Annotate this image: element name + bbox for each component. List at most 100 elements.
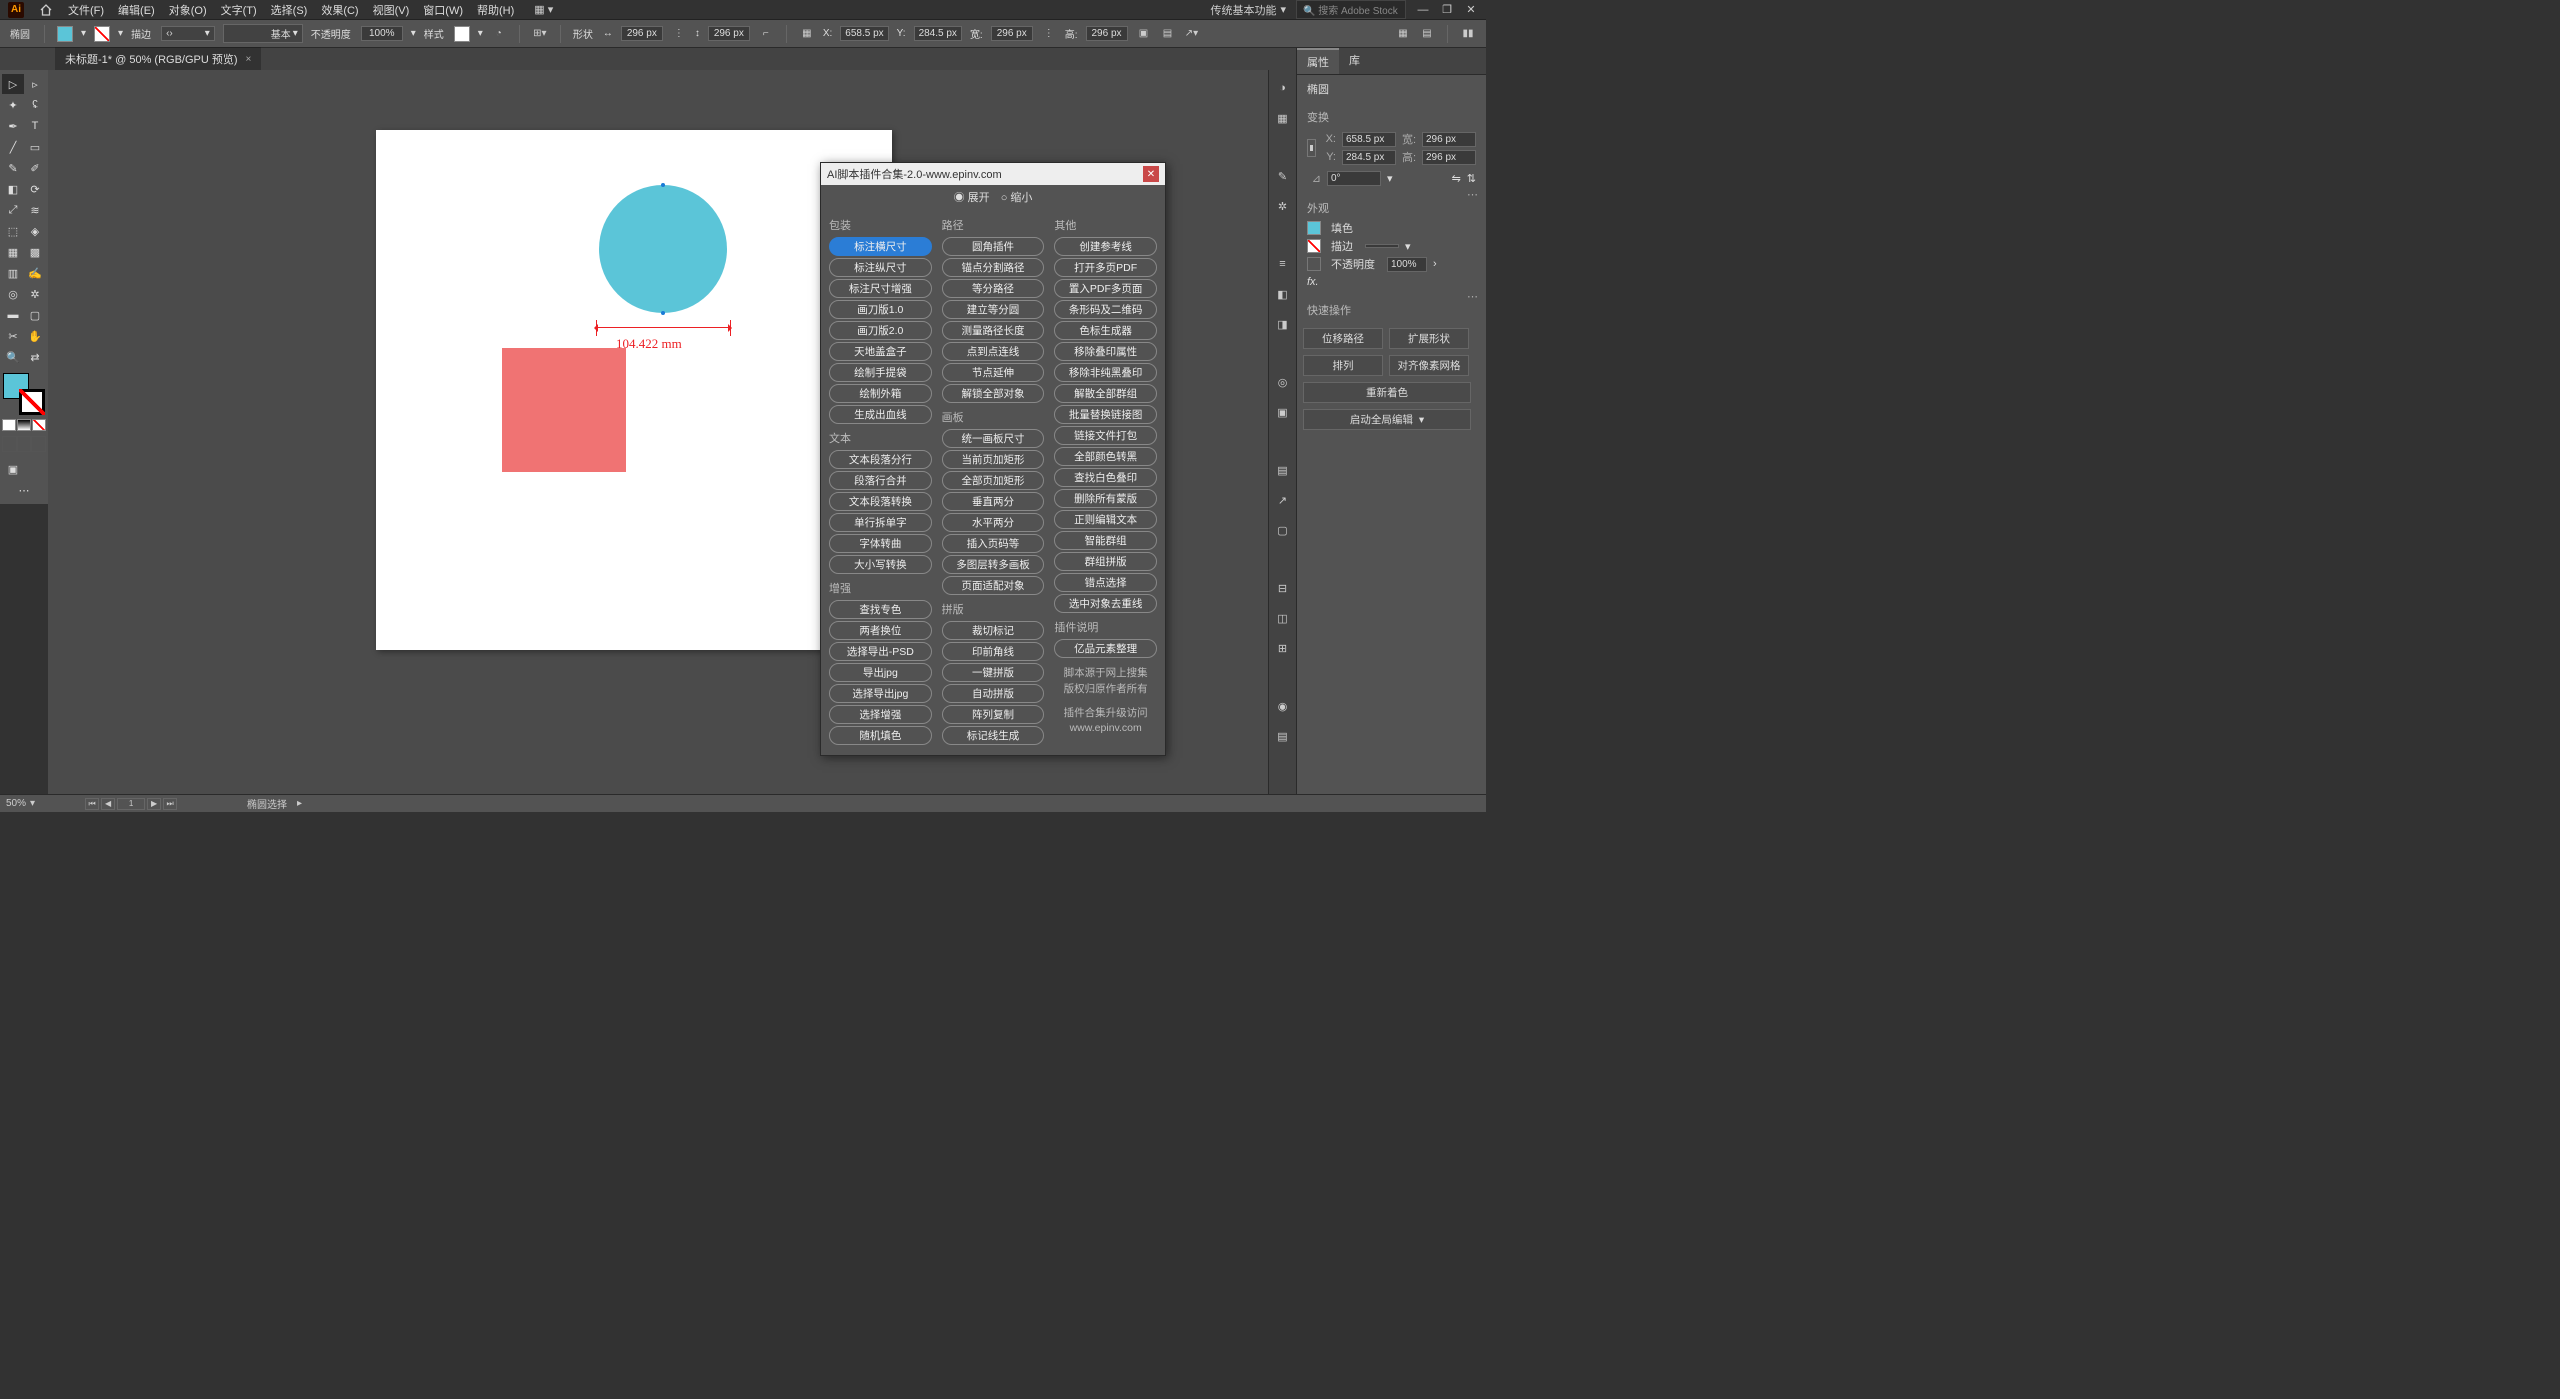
- tab-library[interactable]: 库: [1339, 48, 1370, 74]
- menu-help[interactable]: 帮助(H): [477, 2, 514, 18]
- paintbrush-tool[interactable]: ✎: [2, 158, 24, 178]
- shape-h-value[interactable]: 296 px: [708, 26, 750, 41]
- plugin-button[interactable]: 当前页加矩形: [942, 450, 1045, 469]
- rotate-tool[interactable]: ⟳: [24, 179, 46, 199]
- perspective-tool[interactable]: ▦: [2, 242, 24, 262]
- rectangle-shape[interactable]: [502, 348, 626, 472]
- h2-value[interactable]: 296 px: [1086, 26, 1128, 41]
- last-artboard-button[interactable]: ⏭: [163, 798, 177, 810]
- toggle-fill-stroke[interactable]: ⇄: [24, 347, 46, 367]
- plugin-button[interactable]: 裁切标记: [942, 621, 1045, 640]
- quick-global-edit[interactable]: 启动全局编辑▾: [1303, 409, 1471, 430]
- first-artboard-button[interactable]: ⏮: [85, 798, 99, 810]
- stroke-swatch[interactable]: [94, 26, 110, 42]
- brushes-panel-icon[interactable]: ✎: [1273, 166, 1293, 186]
- plugin-button[interactable]: 标注横尺寸: [829, 237, 932, 256]
- menu-object[interactable]: 对象(O): [169, 2, 207, 18]
- y-value[interactable]: 284.5 px: [914, 26, 962, 41]
- window-restore-icon[interactable]: ❐: [1440, 3, 1454, 17]
- plugin-button[interactable]: 多图层转多画板: [942, 555, 1045, 574]
- plugin-button[interactable]: 移除非纯黑叠印: [1054, 363, 1157, 382]
- plugin-button[interactable]: 大小写转换: [829, 555, 932, 574]
- plugin-button[interactable]: 绘制外箱: [829, 384, 932, 403]
- menu-select[interactable]: 选择(S): [271, 2, 308, 18]
- h-input[interactable]: 296 px: [1422, 150, 1476, 165]
- plugin-button[interactable]: 选择导出-PSD: [829, 642, 932, 661]
- plugin-button[interactable]: 印前角线: [942, 642, 1045, 661]
- plugin-button[interactable]: 自动拼版: [942, 684, 1045, 703]
- quick-expand-shape[interactable]: 扩展形状: [1389, 328, 1469, 349]
- stroke-profile[interactable]: 基本▾: [223, 24, 303, 43]
- width-tool[interactable]: ≋: [24, 200, 46, 220]
- plugin-button[interactable]: 置入PDF多页面: [1054, 279, 1157, 298]
- plugin-button[interactable]: 色标生成器: [1054, 321, 1157, 340]
- view-list-icon[interactable]: ▤: [1419, 26, 1435, 42]
- plugin-button[interactable]: 查找专色: [829, 600, 932, 619]
- prev-artboard-button[interactable]: ◀: [101, 798, 115, 810]
- screen-mode-tool[interactable]: ▣: [2, 459, 24, 479]
- plugin-button[interactable]: 全部页加矩形: [942, 471, 1045, 490]
- plugin-button[interactable]: 插入页码等: [942, 534, 1045, 553]
- fill-stroke-indicator[interactable]: [2, 372, 46, 416]
- plugin-button[interactable]: 标注纵尺寸: [829, 258, 932, 277]
- stroke-weight-input[interactable]: ‹›▾: [161, 26, 215, 41]
- angle-input[interactable]: 0°: [1327, 171, 1381, 186]
- plugin-button[interactable]: 字体转曲: [829, 534, 932, 553]
- plugin-button[interactable]: 错点选择: [1054, 573, 1157, 592]
- plugin-about-button[interactable]: 亿品元素整理: [1054, 639, 1157, 658]
- color-modes[interactable]: [2, 419, 46, 431]
- blend-tool[interactable]: ◎: [2, 284, 24, 304]
- workspace-switcher[interactable]: 传统基本功能▾: [1210, 2, 1286, 18]
- plugin-button[interactable]: 测量路径长度: [942, 321, 1045, 340]
- plugin-button[interactable]: 选中对象去重线: [1054, 594, 1157, 613]
- plugin-button[interactable]: 移除叠印属性: [1054, 342, 1157, 361]
- plugin-button[interactable]: 统一画板尺寸: [942, 429, 1045, 448]
- stroke-color-swatch[interactable]: [1307, 239, 1321, 253]
- more-icon[interactable]: ↗▾: [1184, 26, 1200, 42]
- gradient-tool[interactable]: ▥: [2, 263, 24, 283]
- plugin-button[interactable]: 标注尺寸增强: [829, 279, 932, 298]
- free-transform-tool[interactable]: ⬚: [2, 221, 24, 241]
- plugin-button[interactable]: 链接文件打包: [1054, 426, 1157, 445]
- opacity-swatch[interactable]: [1307, 257, 1321, 271]
- w-input[interactable]: 296 px: [1422, 132, 1476, 147]
- fx-button[interactable]: fx.: [1307, 276, 1319, 288]
- plugin-button[interactable]: 段落行合并: [829, 471, 932, 490]
- corner-icon[interactable]: ⌐: [758, 26, 774, 42]
- close-tab-icon[interactable]: ×: [246, 54, 252, 65]
- plugin-button[interactable]: 随机填色: [829, 726, 932, 745]
- flip-h-icon[interactable]: ⇋: [1452, 172, 1461, 185]
- next-artboard-button[interactable]: ▶: [147, 798, 161, 810]
- lock-wh-icon[interactable]: ⋮: [1041, 26, 1057, 42]
- tab-properties[interactable]: 属性: [1297, 48, 1339, 74]
- dialog-titlebar[interactable]: AI脚本插件合集-2.0-www.epinv.com ✕: [821, 163, 1165, 185]
- transparency-panel-icon[interactable]: ◨: [1273, 314, 1293, 334]
- plugin-button[interactable]: 画刀版2.0: [829, 321, 932, 340]
- artboard-number[interactable]: 1: [117, 798, 145, 810]
- plugin-button[interactable]: 查找白色叠印: [1054, 468, 1157, 487]
- align-panel-icon[interactable]: ⊟: [1273, 578, 1293, 598]
- flip-v-icon[interactable]: ⇅: [1467, 172, 1476, 185]
- menu-file[interactable]: 文件(F): [68, 2, 104, 18]
- color-panel-icon[interactable]: ◑: [1273, 78, 1293, 98]
- menu-view[interactable]: 视图(V): [373, 2, 410, 18]
- pencil-tool[interactable]: ✐: [24, 158, 46, 178]
- plugin-button[interactable]: 页面适配对象: [942, 576, 1045, 595]
- swatches-panel-icon[interactable]: ▦: [1273, 108, 1293, 128]
- pen-tool[interactable]: ✒: [2, 116, 24, 136]
- panel-toggle-icon[interactable]: ▮▮: [1460, 26, 1476, 42]
- mesh-tool[interactable]: ▩: [24, 242, 46, 262]
- plugin-button[interactable]: 解锁全部对象: [942, 384, 1045, 403]
- plugin-button[interactable]: 选择导出jpg: [829, 684, 932, 703]
- type-tool[interactable]: T: [24, 116, 46, 136]
- plugin-button[interactable]: 选择增强: [829, 705, 932, 724]
- more-options-icon[interactable]: ⋯: [1467, 290, 1480, 303]
- appearance-panel-icon[interactable]: ◎: [1273, 372, 1293, 392]
- radio-collapse[interactable]: ○ 缩小: [1001, 192, 1033, 204]
- align-icon[interactable]: ⊞▾: [532, 26, 548, 42]
- script-plugin-dialog[interactable]: AI脚本插件合集-2.0-www.epinv.com ✕ ◉ 展开 ○ 缩小 包…: [820, 162, 1166, 756]
- plugin-button[interactable]: 批量替换链接图: [1054, 405, 1157, 424]
- rectangle-tool[interactable]: ▭: [24, 137, 46, 157]
- plugin-button[interactable]: 圆角插件: [942, 237, 1045, 256]
- plugin-button[interactable]: 绘制手提袋: [829, 363, 932, 382]
